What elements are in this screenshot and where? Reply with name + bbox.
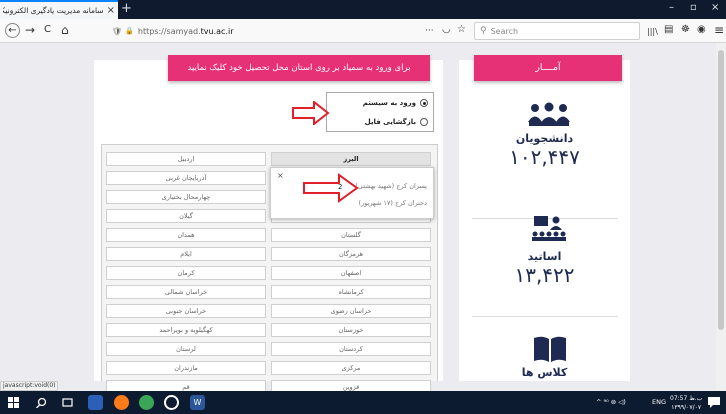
clock[interactable]: 07:57 ب.ظ ۱۳۹۹/۰۷/۰۷ <box>670 394 702 412</box>
province-button[interactable]: کردستان <box>271 342 431 356</box>
teachers-label: اساتید <box>527 250 562 263</box>
students-value: ۱۰۲,۴۴۷ <box>509 145 580 169</box>
province-button[interactable]: همدان <box>106 228 266 242</box>
chrome-icon[interactable] <box>139 395 154 410</box>
url-bar[interactable]: 🛡 🔒 https://samyad.tvu.ac.ir <box>108 22 472 40</box>
firefox-icon[interactable] <box>114 395 129 410</box>
province-button[interactable]: مرکزی <box>271 361 431 375</box>
word-icon[interactable]: W <box>190 395 205 410</box>
tab-close-icon[interactable]: × <box>107 5 115 16</box>
teachers-value: ۱۳,۴۲۲ <box>514 263 575 287</box>
radio-login-label: ورود به سیستم <box>362 99 416 107</box>
tray-icons[interactable]: ^ ⁹⁰ ⊚ ◁) <box>596 391 626 414</box>
forward-icon[interactable]: → <box>25 23 35 37</box>
stat-divider <box>472 316 618 317</box>
shield-icon[interactable]: 🛡 <box>112 27 122 36</box>
maximize-icon[interactable]: ▫ <box>690 2 697 13</box>
radio-unselected-icon[interactable] <box>420 118 428 126</box>
status-bar: javascript:void(0) <box>0 381 58 391</box>
lock-icon[interactable]: 🔒 <box>125 27 134 35</box>
task-view-icon[interactable] <box>62 397 73 408</box>
home-icon[interactable]: ⌂ <box>61 23 69 37</box>
classes-stat: کلاس ها <box>459 366 630 379</box>
students-label: دانشجویان <box>515 132 574 145</box>
new-tab-button[interactable]: + <box>121 1 132 17</box>
province-button[interactable]: کهگیلویه و بویراحمد <box>106 323 266 337</box>
province-button[interactable]: اردبیل <box>106 152 266 166</box>
scrollbar-thumb[interactable] <box>718 50 724 330</box>
annotation-number: 2 <box>338 183 343 191</box>
search-input[interactable]: ⚲ Search <box>474 22 640 40</box>
language-indicator[interactable]: ENG <box>652 391 666 414</box>
annotation-arrow-icon <box>292 101 330 125</box>
province-button[interactable]: خراسان رضوی <box>271 304 431 318</box>
province-button[interactable]: گلستان <box>271 228 431 242</box>
radio-login[interactable]: ورود به سیستم <box>363 99 428 107</box>
window-close-icon[interactable]: × <box>711 2 719 13</box>
library-icon[interactable]: |||\ <box>647 25 658 39</box>
teachers-icon <box>532 216 566 241</box>
radio-file-unlock[interactable]: بازگشایی فایل <box>365 118 428 126</box>
province-button[interactable]: مازندران <box>106 361 266 375</box>
browser-tab[interactable]: سامانه مدیریت یادگیری الکترونیکی دانـ × <box>0 0 118 19</box>
classes-label: کلاس ها <box>521 366 568 379</box>
search-icon[interactable] <box>36 397 47 408</box>
windows-start-icon[interactable] <box>8 397 19 408</box>
classes-icon <box>534 336 566 362</box>
province-button[interactable]: لرستان <box>106 342 266 356</box>
search-icon: ⚲ <box>480 26 487 36</box>
students-stat: دانشجویان ۱۰۲,۴۴۷ <box>459 132 630 169</box>
pocket-icon[interactable]: ◡ <box>442 23 451 37</box>
clock-date: ۱۳۹۹/۰۷/۰۷ <box>671 404 702 411</box>
menu-icon[interactable]: ≡ <box>714 23 724 37</box>
page-actions-icon[interactable]: ··· <box>425 24 434 38</box>
province-button[interactable]: آذربایجان غربی <box>106 171 266 185</box>
browser-tab-strip: سامانه مدیریت یادگیری الکترونیکی دانـ × … <box>0 0 726 19</box>
province-button[interactable]: کرمان <box>106 266 266 280</box>
province-button[interactable]: چهارمحال بختیاری <box>106 190 266 204</box>
minimize-icon[interactable]: – <box>669 2 674 13</box>
tab-title: سامانه مدیریت یادگیری الکترونیکی دانـ <box>3 6 104 15</box>
account-icon[interactable]: ◉ <box>697 23 706 37</box>
login-options-box: ورود به سیستم بازگشایی فایل <box>326 92 434 132</box>
teachers-stat: اساتید ۱۳,۴۲۲ <box>459 250 630 287</box>
popup-item-girls-karaj[interactable]: دختران کرج (۱۷ شهریور) <box>358 199 427 207</box>
login-instruction-banner: برای ورود به سمیاد بر روی استان محل تحصی… <box>168 55 430 81</box>
reload-icon[interactable]: C <box>44 23 51 37</box>
sidebar-icon[interactable]: ▤ <box>664 23 673 37</box>
annotation-arrow-icon <box>303 173 359 203</box>
addon-icon[interactable]: ☸ <box>681 23 690 37</box>
file-explorer-icon[interactable] <box>88 395 103 410</box>
radio-file-unlock-label: بازگشایی فایل <box>364 118 416 126</box>
clock-time: 07:57 ب.ظ <box>670 395 703 402</box>
province-button[interactable]: ایلام <box>106 247 266 261</box>
province-button[interactable]: خراسان جنوبی <box>106 304 266 318</box>
province-button[interactable]: البرز <box>271 152 431 166</box>
bookmark-star-icon[interactable]: ☆ <box>457 23 466 37</box>
back-icon[interactable]: ← <box>5 23 20 38</box>
navigation-bar: ← → C ⌂ 🛡 🔒 https://samyad.tvu.ac.ir ···… <box>0 19 726 43</box>
popup-close-icon[interactable]: × <box>277 171 284 180</box>
province-button[interactable]: خوزستان <box>271 323 431 337</box>
windows-taskbar: W ^ ⁹⁰ ⊚ ◁) ENG 07:57 ب.ظ ۱۳۹۹/۰۷/۰۷ <box>0 391 726 414</box>
province-button[interactable]: کرمانشاه <box>271 285 431 299</box>
province-button[interactable]: اصفهان <box>271 266 431 280</box>
province-button[interactable]: گیلان <box>106 209 266 223</box>
search-placeholder: Search <box>490 26 519 36</box>
students-icon <box>528 102 570 126</box>
media-app-icon[interactable] <box>164 395 179 410</box>
radio-selected-icon[interactable] <box>420 99 428 107</box>
popup-item-boys-karaj[interactable]: پسران کرج (شهید بهشتی) <box>355 182 427 190</box>
stats-header: آمــــار <box>474 55 622 81</box>
province-button[interactable]: خراسان شمالی <box>106 285 266 299</box>
notification-icon[interactable] <box>708 397 720 408</box>
url-text: https://samyad.tvu.ac.ir <box>137 26 234 36</box>
province-button[interactable]: هرمزگان <box>271 247 431 261</box>
